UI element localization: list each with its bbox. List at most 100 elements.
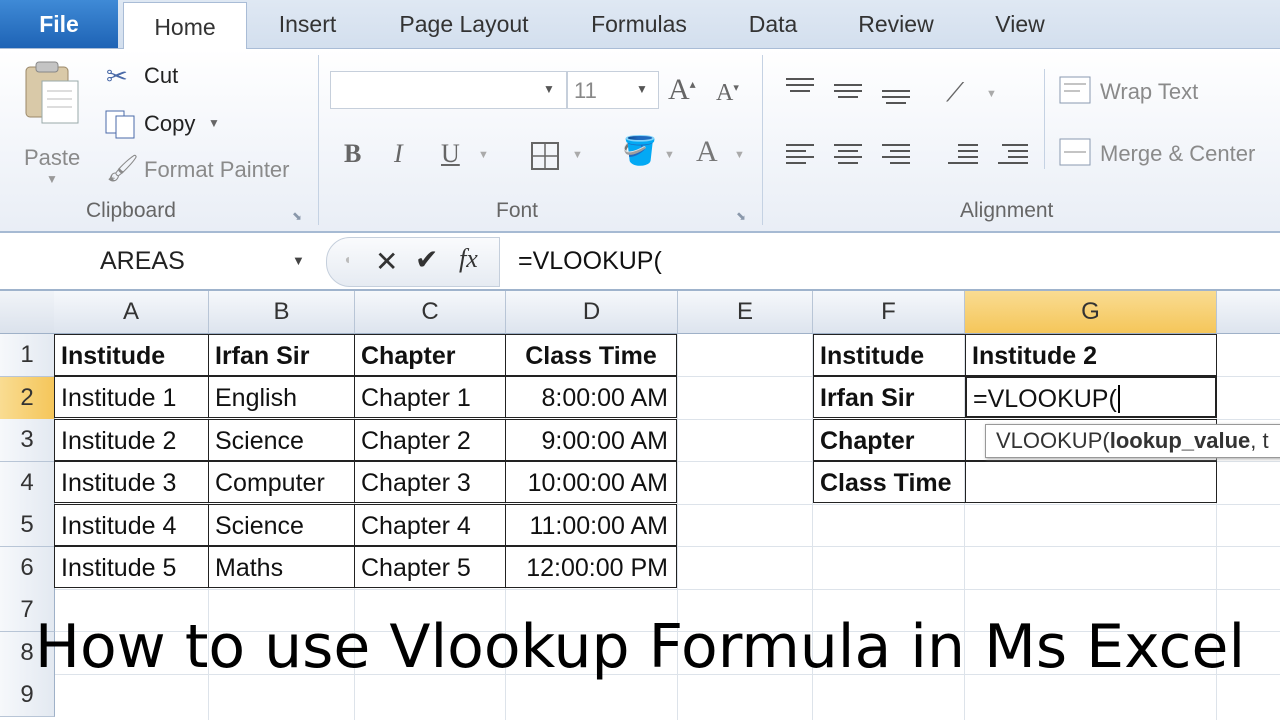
cell-g1[interactable]: Institude 2 (965, 334, 1217, 376)
tab-page-layout[interactable]: Page Layout (385, 0, 543, 48)
cell-a1[interactable]: Institude (54, 334, 209, 376)
cell-b2[interactable]: English (208, 376, 355, 418)
cancel-icon[interactable]: ✕ (375, 248, 398, 276)
cell-f3[interactable]: Chapter (813, 419, 966, 461)
bold-icon[interactable]: B (344, 141, 361, 167)
name-box-dropdown-icon[interactable]: ▼ (292, 253, 305, 268)
cell-c1[interactable]: Chapter (354, 334, 506, 376)
wrap-text-button[interactable]: Wrap Text (1058, 75, 1278, 111)
cell-a2[interactable]: Institude 1 (54, 376, 209, 418)
merge-center-button[interactable]: Merge & Center (1058, 137, 1280, 173)
font-color-dropdown-icon[interactable]: ▼ (734, 150, 745, 161)
column-header-c[interactable]: C (355, 291, 506, 334)
font-group-label: Font (496, 199, 539, 222)
ribbon-separator (318, 55, 319, 225)
format-painter-button[interactable]: 🖌 Format Painter (104, 153, 309, 187)
column-header-b[interactable]: B (209, 291, 355, 334)
column-header-h[interactable] (1217, 291, 1280, 334)
cell-c5[interactable]: Chapter 4 (354, 504, 506, 546)
cell-a6[interactable]: Institude 5 (54, 546, 209, 588)
row-header-4[interactable]: 4 (0, 462, 55, 505)
cell-b1[interactable]: Irfan Sir (208, 334, 355, 376)
tab-insert[interactable]: Insert (260, 0, 355, 48)
italic-icon[interactable]: I (394, 141, 403, 167)
borders-icon[interactable] (530, 141, 560, 171)
indent-icons[interactable] (946, 141, 1030, 171)
column-header-a[interactable]: A (54, 291, 209, 334)
cell-a4[interactable]: Institude 3 (54, 461, 209, 503)
borders-dropdown-icon[interactable]: ▼ (572, 150, 583, 161)
cell-d4[interactable]: 10:00:00 AM (505, 461, 677, 503)
cell-a5[interactable]: Institude 4 (54, 504, 209, 546)
cell-b3[interactable]: Science (208, 419, 355, 461)
tab-data[interactable]: Data (732, 0, 814, 48)
font-launcher-icon[interactable]: ⬊ (736, 209, 746, 223)
tab-view[interactable]: View (978, 0, 1062, 48)
insert-function-icon[interactable]: fx (459, 246, 478, 272)
function-argument-tooltip[interactable]: VLOOKUP(lookup_value, t (985, 424, 1280, 458)
column-header-d[interactable]: D (506, 291, 678, 334)
select-all-corner[interactable] (0, 291, 55, 334)
font-name-select[interactable]: ▼ (330, 71, 567, 109)
cell-f1[interactable]: Institude (813, 334, 966, 376)
row-header-2[interactable]: 2 (0, 377, 55, 420)
expand-handle-icon[interactable]: ◖ (343, 252, 351, 266)
cell-f4[interactable]: Class Time (813, 461, 966, 503)
clipboard-group-label: Clipboard (86, 199, 176, 222)
cell-a3[interactable]: Institude 2 (54, 419, 209, 461)
cell-g4[interactable] (965, 461, 1217, 503)
tooltip-remaining-arguments: , t (1250, 428, 1269, 453)
grow-font-icon[interactable]: A▴ (668, 75, 696, 105)
cell-d3[interactable]: 9:00:00 AM (505, 419, 677, 461)
tab-file[interactable]: File (0, 0, 118, 48)
cut-button[interactable]: ✂ Cut (104, 61, 204, 95)
column-header-g[interactable]: G (965, 291, 1217, 334)
name-box[interactable]: AREAS ▼ (0, 237, 316, 285)
cell-b6[interactable]: Maths (208, 546, 355, 588)
cell-d6[interactable]: 12:00:00 PM (505, 546, 677, 588)
underline-dropdown-icon[interactable]: ▼ (478, 150, 489, 161)
copy-label: Copy (144, 111, 196, 136)
tooltip-current-argument: lookup_value (1109, 428, 1251, 453)
format-painter-label: Format Painter (144, 157, 290, 182)
vertical-align-icons (786, 78, 910, 104)
orientation-dropdown-icon[interactable]: ▼ (986, 89, 997, 100)
cell-c4[interactable]: Chapter 3 (354, 461, 506, 503)
formula-buttons: ◖ ✕ ✔ fx (326, 237, 500, 287)
paintbrush-icon: 🖌 (106, 153, 140, 183)
cell-c6[interactable]: Chapter 5 (354, 546, 506, 588)
fill-color-icon[interactable]: 🪣 (622, 137, 657, 165)
shrink-font-icon[interactable]: A▾ (716, 81, 739, 105)
row-header-1[interactable]: 1 (0, 334, 55, 377)
orientation-icon[interactable]: ⟋ (946, 79, 964, 105)
font-size-select[interactable]: 11 ▼ (567, 71, 659, 109)
font-color-icon[interactable]: A (696, 137, 718, 167)
formula-input[interactable]: =VLOOKUP( (518, 247, 662, 276)
cell-d1[interactable]: Class Time (505, 334, 677, 376)
fill-color-dropdown-icon[interactable]: ▼ (664, 150, 675, 161)
underline-icon[interactable]: U (441, 141, 460, 167)
tab-review[interactable]: Review (845, 0, 947, 48)
row-header-5[interactable]: 5 (0, 504, 55, 547)
cell-f2[interactable]: Irfan Sir (813, 376, 966, 418)
tab-formulas[interactable]: Formulas (575, 0, 703, 48)
paste-button[interactable]: Paste ▼ (14, 57, 90, 187)
wrap-text-label: Wrap Text (1100, 79, 1199, 104)
cell-c2[interactable]: Chapter 1 (354, 376, 506, 418)
cell-d5[interactable]: 11:00:00 AM (505, 504, 677, 546)
row-header-6[interactable]: 6 (0, 547, 55, 590)
formula-bar: AREAS ▼ ◖ ✕ ✔ fx =VLOOKUP( (0, 233, 1280, 291)
clipboard-launcher-icon[interactable]: ⬊ (292, 209, 302, 223)
cell-d2[interactable]: 8:00:00 AM (505, 376, 677, 418)
cell-c3[interactable]: Chapter 2 (354, 419, 506, 461)
cell-g2-editing[interactable]: =VLOOKUP( (965, 376, 1217, 418)
row-header-3[interactable]: 3 (0, 419, 55, 462)
copy-button[interactable]: Copy ▼ (104, 107, 234, 141)
cell-b5[interactable]: Science (208, 504, 355, 546)
tab-home[interactable]: Home (123, 2, 247, 50)
column-header-f[interactable]: F (813, 291, 965, 334)
font-size-value: 11 (574, 78, 597, 103)
enter-check-icon[interactable]: ✔ (415, 246, 438, 274)
column-header-e[interactable]: E (678, 291, 813, 334)
cell-b4[interactable]: Computer (208, 461, 355, 503)
